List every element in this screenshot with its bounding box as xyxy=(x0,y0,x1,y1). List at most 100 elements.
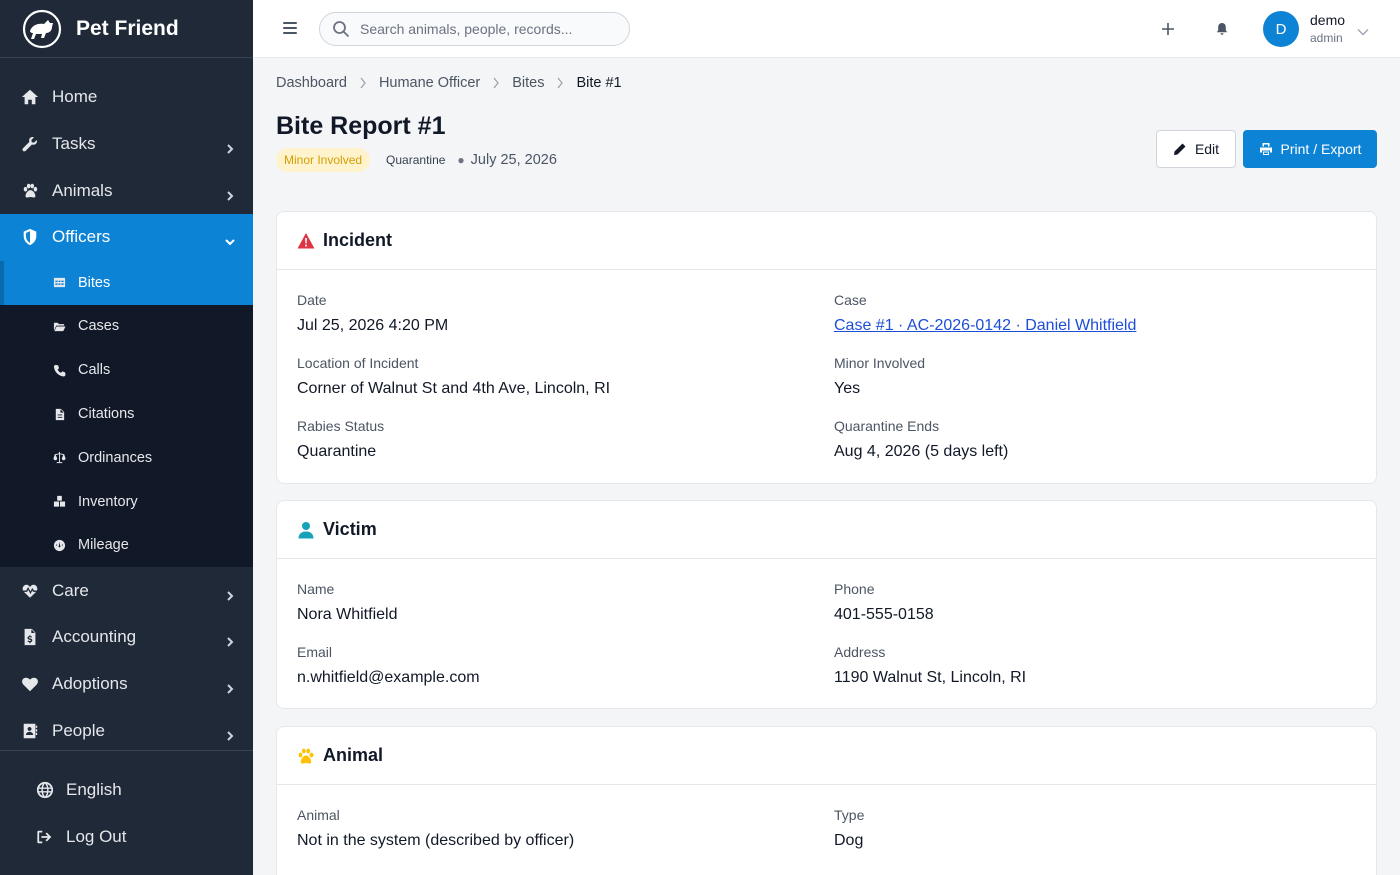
paw-icon xyxy=(20,181,40,201)
sidebar: Pet Friend Home Tasks Animals Officers B… xyxy=(0,0,253,875)
breadcrumb-bites[interactable]: Bites xyxy=(512,75,544,91)
rabies-status-badge: Quarantine xyxy=(386,153,446,167)
incident-minor-field: Minor Involved Yes xyxy=(834,355,925,398)
victim-phone-field: Phone 401-555-0158 xyxy=(834,581,934,624)
chevron-right-icon xyxy=(557,77,564,89)
officers-subnav: Bites Cases Calls Citations Ordinances I… xyxy=(0,260,253,568)
sidebar-item-label: Care xyxy=(52,580,89,600)
sidebar-subitem-label: Cases xyxy=(78,318,120,335)
page-title: Bite Report #1 xyxy=(276,112,446,140)
field-label: Email xyxy=(297,644,333,660)
sidebar-subitem-citations[interactable]: Citations xyxy=(0,392,253,436)
sidebar-subitem-label: Calls xyxy=(78,362,111,379)
printer-icon xyxy=(1259,143,1272,155)
field-label: Case xyxy=(834,292,867,308)
animal-title: Animal xyxy=(323,745,384,765)
topbar: D demo admin xyxy=(253,0,1400,58)
search-box[interactable] xyxy=(319,12,630,46)
breadcrumb-dashboard[interactable]: Dashboard xyxy=(276,75,347,91)
sidebar-subitem-bites[interactable]: Bites xyxy=(0,260,253,305)
sidebar-item-officers[interactable]: Officers xyxy=(0,214,253,261)
victim-title: Victim xyxy=(323,519,377,539)
incident-date-field: Date Jul 25, 2026 4:20 PM xyxy=(297,292,448,335)
breadcrumb-humane-officer[interactable]: Humane Officer xyxy=(379,75,480,91)
brand[interactable]: Pet Friend xyxy=(0,0,253,58)
notifications-button[interactable] xyxy=(1211,18,1233,40)
menu-toggle-icon[interactable] xyxy=(283,20,297,36)
sidebar-item-label: People xyxy=(52,720,105,740)
victim-card: Victim Name Nora Whitfield Phone 401-555… xyxy=(276,500,1377,709)
field-value: Quarantine xyxy=(297,443,377,460)
sidebar-subitem-label: Citations xyxy=(78,406,135,423)
incident-card: Incident Date Jul 25, 2026 4:20 PM Case … xyxy=(276,211,1377,484)
field-value: Aug 4, 2026 (5 days left) xyxy=(834,443,1009,460)
breadcrumb-current: Bite #1 xyxy=(576,75,622,91)
logout-label: Log Out xyxy=(66,827,127,847)
language-label: English xyxy=(66,780,122,800)
invoice-icon xyxy=(20,627,40,647)
boxes-icon xyxy=(52,495,66,509)
sidebar-item-label: Home xyxy=(52,87,98,107)
chevron-right-icon xyxy=(360,77,366,89)
field-value: 1190 Walnut St, Lincoln, RI xyxy=(834,669,1027,686)
separator-dot: ● xyxy=(457,153,465,167)
minor-involved-badge: Minor Involved xyxy=(276,148,371,172)
sidebar-item-home[interactable]: Home xyxy=(0,74,253,121)
field-value: Yes xyxy=(834,380,861,397)
pencil-icon xyxy=(1173,143,1186,155)
sidebar-item-tasks[interactable]: Tasks xyxy=(0,121,253,168)
sidebar-subitem-mileage[interactable]: Mileage xyxy=(0,524,253,568)
sidebar-item-label: Animals xyxy=(52,180,113,200)
logout-button[interactable]: Log Out xyxy=(0,814,253,861)
print-export-button[interactable]: Print / Export xyxy=(1243,130,1377,168)
language-selector[interactable]: English xyxy=(0,767,253,814)
sidebar-item-care[interactable]: Care xyxy=(0,567,253,614)
folder-icon xyxy=(52,319,66,333)
animal-animal-field: Animal Not in the system (described by o… xyxy=(297,807,574,850)
globe-icon xyxy=(35,780,55,800)
field-value: Corner of Walnut St and 4th Ave, Lincoln… xyxy=(297,380,611,397)
field-value: Jul 25, 2026 4:20 PM xyxy=(297,317,449,334)
sidebar-item-accounting[interactable]: Accounting xyxy=(0,614,253,661)
home-icon xyxy=(20,87,40,107)
sidebar-item-animals[interactable]: Animals xyxy=(0,167,253,214)
sidebar-item-people[interactable]: People xyxy=(0,707,253,754)
sidebar-subitem-label: Bites xyxy=(78,274,111,291)
field-label: Address xyxy=(834,644,886,660)
edit-label: Edit xyxy=(1194,141,1220,157)
shield-icon xyxy=(20,227,40,247)
paw-icon xyxy=(297,747,315,765)
sidebar-subitem-inventory[interactable]: Inventory xyxy=(0,480,253,524)
animal-type-field: Type Dog xyxy=(834,807,864,850)
field-label: Minor Involved xyxy=(834,355,926,371)
warning-icon xyxy=(297,232,315,250)
chevron-right-icon xyxy=(493,77,500,89)
sidebar-subitem-calls[interactable]: Calls xyxy=(0,348,253,392)
incident-location-field: Location of Incident Corner of Walnut St… xyxy=(297,355,610,398)
search-icon xyxy=(333,21,349,37)
field-label: Rabies Status xyxy=(297,418,385,434)
chevron-right-icon xyxy=(225,632,235,648)
chevron-right-icon xyxy=(225,679,235,694)
field-value: Not in the system (described by officer) xyxy=(297,832,575,849)
sidebar-subitem-ordinances[interactable]: Ordinances xyxy=(0,436,253,480)
victim-name-field: Name Nora Whitfield xyxy=(297,581,397,624)
avatar[interactable]: D xyxy=(1263,11,1299,47)
logout-icon xyxy=(35,827,55,847)
case-link[interactable]: Case #1 · AC-2026-0142 · Daniel Whitfiel… xyxy=(834,317,1136,334)
field-value: Dog xyxy=(834,832,864,849)
sidebar-subitem-label: Ordinances xyxy=(78,449,153,466)
chevron-right-icon xyxy=(225,186,235,201)
add-new-button[interactable] xyxy=(1157,18,1179,40)
chevron-down-icon[interactable] xyxy=(1357,24,1369,36)
sidebar-item-adoptions[interactable]: Adoptions xyxy=(0,661,253,708)
sidebar-subitem-cases[interactable]: Cases xyxy=(0,305,253,349)
incident-rabies-field: Rabies Status Quarantine xyxy=(297,418,384,461)
pet-friend-logo-icon xyxy=(22,9,62,49)
search-input[interactable] xyxy=(360,21,600,37)
report-date: July 25, 2026 xyxy=(470,152,557,168)
gauge-icon xyxy=(52,538,66,552)
edit-button[interactable]: Edit xyxy=(1156,130,1236,168)
sidebar-subitem-label: Mileage xyxy=(78,537,129,554)
user-name[interactable]: demo xyxy=(1310,12,1345,28)
